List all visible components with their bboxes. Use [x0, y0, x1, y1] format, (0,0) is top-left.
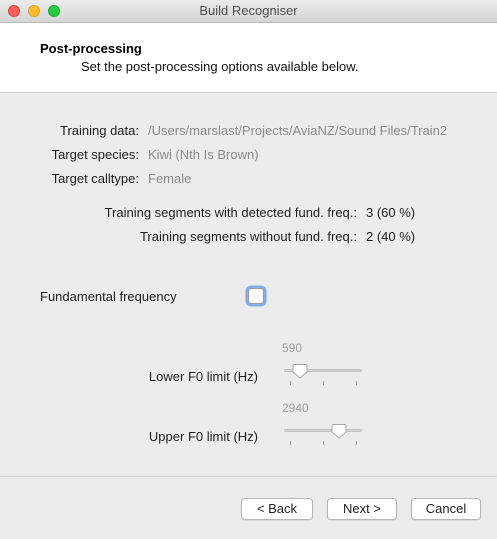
target-species-label: Target species:	[51, 147, 139, 162]
fundamental-frequency-checkbox[interactable]	[248, 288, 264, 304]
window-title: Build Recogniser	[199, 3, 298, 18]
page-subtitle: Set the post-processing options availabl…	[81, 59, 359, 74]
target-calltype-label: Target calltype:	[51, 171, 139, 186]
upper-f0-tick	[290, 441, 291, 445]
with-f0-value: 3 (60 %)	[366, 205, 416, 220]
lower-f0-label: Lower F0 limit (Hz)	[148, 369, 258, 384]
upper-f0-slider-track[interactable]	[284, 429, 362, 432]
next-button[interactable]: Next >	[327, 498, 397, 520]
upper-f0-slider-handle[interactable]	[331, 423, 347, 439]
lower-f0-tick	[323, 381, 324, 385]
target-species-value: Kiwi (Nth Is Brown)	[148, 147, 259, 162]
build-recogniser-window: Build Recogniser Post-processing Set the…	[0, 0, 497, 539]
without-f0-value: 2 (40 %)	[366, 229, 416, 244]
with-f0-label: Training segments with detected fund. fr…	[104, 205, 357, 220]
lower-f0-tick	[290, 381, 291, 385]
wizard-header: Post-processing Set the post-processing …	[0, 23, 497, 93]
target-calltype-value: Female	[148, 171, 192, 186]
lower-f0-value: 590	[282, 341, 303, 355]
upper-f0-tick	[323, 441, 324, 445]
cancel-button[interactable]: Cancel	[411, 498, 481, 520]
training-data-label: Training data:	[59, 123, 139, 138]
title-bar[interactable]: Build Recogniser	[0, 0, 497, 23]
page-title: Post-processing	[40, 41, 142, 56]
lower-f0-tick	[356, 381, 357, 385]
lower-f0-slider-handle[interactable]	[292, 363, 308, 379]
footer-divider	[0, 476, 497, 477]
upper-f0-label: Upper F0 limit (Hz)	[148, 429, 258, 444]
upper-f0-value: 2940	[282, 401, 309, 415]
without-f0-label: Training segments without fund. freq.:	[139, 229, 357, 244]
back-button[interactable]: < Back	[241, 498, 313, 520]
upper-f0-tick	[356, 441, 357, 445]
training-data-value: /Users/marslast/Projects/AviaNZ/Sound Fi…	[148, 123, 448, 138]
fundamental-frequency-label: Fundamental frequency	[40, 289, 177, 304]
